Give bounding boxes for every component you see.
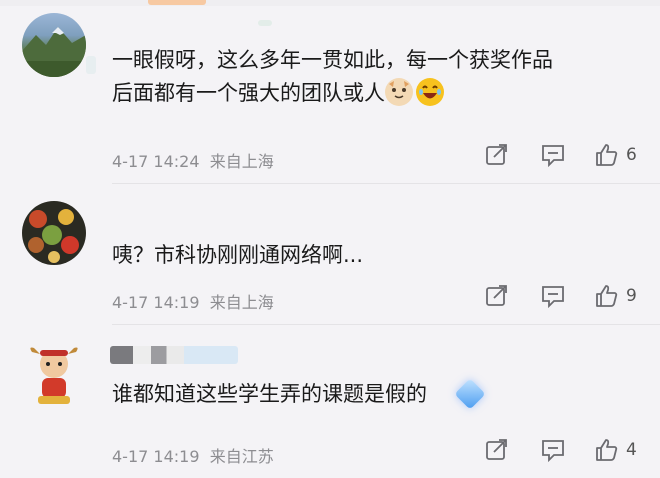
money-bull-mascot-image [30,347,78,404]
comment-text: 咦？市科协刚刚通网络啊... [112,243,364,267]
avatar[interactable] [22,13,86,77]
like-count: 6 [626,145,637,165]
comment-location: 来自上海 [209,152,274,171]
repost-icon [486,144,507,165]
username-redacted [110,346,238,364]
like-icon [596,285,618,307]
cat-face-emoji [385,78,413,106]
like-button[interactable]: 6 [594,142,637,168]
like-button[interactable]: 4 [594,437,637,463]
repost-button[interactable] [484,283,510,309]
repost-icon [486,439,507,460]
diamond-emoji [454,378,486,410]
avatar[interactable] [22,342,86,406]
comment-icon [542,145,564,168]
comment-button[interactable] [540,437,566,463]
comment-meta: 4-17 14:19 来自上海 [112,289,274,313]
tab-indicator [148,0,206,5]
username-redacted [86,56,96,74]
repost-icon [486,285,507,306]
comment-time: 4-17 14:19 [112,447,200,466]
like-icon [596,144,618,166]
like-count: 4 [626,440,637,460]
avatar[interactable] [22,201,86,265]
comment-time: 4-17 14:19 [112,293,200,312]
comment-text: 一眼假呀，这么多年一贯如此，每一个获奖作品 后面都有一个强大的团队或人 [112,48,553,106]
comment-location: 来自江苏 [209,447,274,466]
comment-location: 来自上海 [209,293,274,312]
food-platter-image [28,209,79,263]
comment-button[interactable] [540,283,566,309]
comment-actions: 4 [460,437,660,467]
comment-icon [542,440,564,463]
top-strip [0,0,660,6]
username-redacted [258,20,272,26]
comment-time: 4-17 14:24 [112,152,200,171]
repost-button[interactable] [484,437,510,463]
like-count: 9 [626,286,637,306]
mountain-landscape-image [22,27,86,77]
comment-button[interactable] [540,142,566,168]
like-icon [596,439,618,461]
divider [112,183,660,184]
like-button[interactable]: 9 [594,283,637,309]
comment-text: 谁都知道这些学生弄的课题是假的 [112,378,486,411]
laughing-emoji [416,78,444,106]
divider [112,324,660,325]
repost-button[interactable] [484,142,510,168]
comment-actions: 6 [460,142,660,172]
comment-actions: 9 [460,283,660,313]
comment-meta: 4-17 14:24 来自上海 [112,148,274,172]
comment-icon [542,286,564,309]
comment-meta: 4-17 14:19 来自江苏 [112,443,274,467]
